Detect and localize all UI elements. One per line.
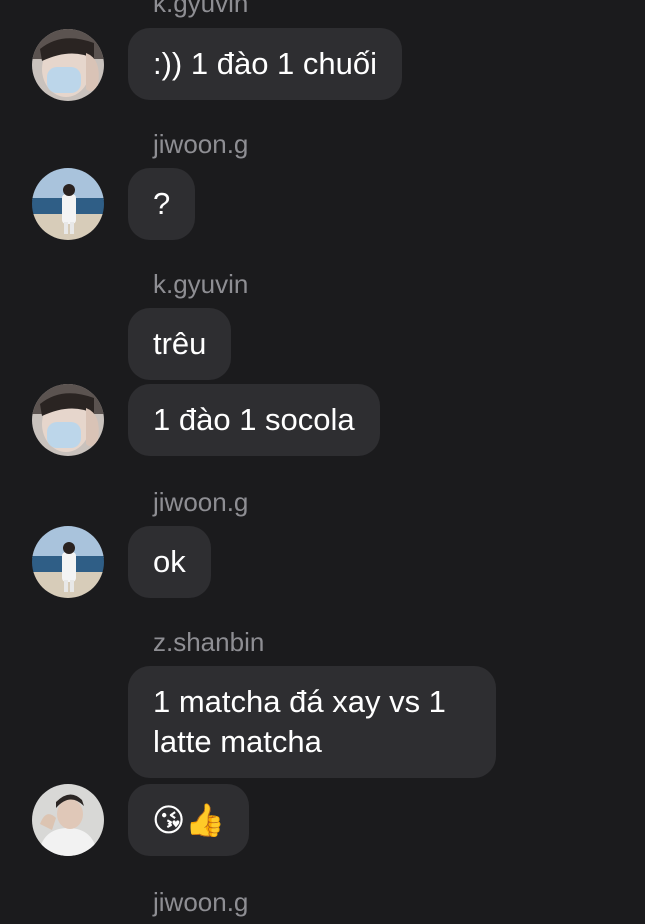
sender-name: jiwoon.g <box>153 129 249 159</box>
message-bubble[interactable]: trêu <box>128 308 232 380</box>
message-bubble[interactable]: 1 matcha đá xay vs 1 latte matcha <box>128 666 496 778</box>
boy-portrait-avatar[interactable] <box>32 784 104 856</box>
message-bubble[interactable]: ok <box>128 526 211 598</box>
masked-boy-avatar[interactable] <box>32 384 104 456</box>
message-bubble[interactable]: ? <box>128 168 196 240</box>
message-bubble[interactable]: 1 đào 1 socola <box>128 384 380 456</box>
beach-boy-avatar[interactable] <box>32 168 104 240</box>
sender-name: jiwoon.g <box>153 487 249 517</box>
message-bubble[interactable]: :)) 1 đào 1 chuối <box>128 28 403 100</box>
message-bubble[interactable]: 😘👍 <box>128 784 250 856</box>
sender-name: z.shanbin <box>153 627 265 657</box>
sender-name: k.gyuvin <box>153 0 249 18</box>
sender-name: k.gyuvin <box>153 269 249 299</box>
beach-boy-avatar[interactable] <box>32 526 104 598</box>
masked-boy-avatar[interactable] <box>32 29 104 101</box>
sender-name: jiwoon.g <box>153 887 249 917</box>
